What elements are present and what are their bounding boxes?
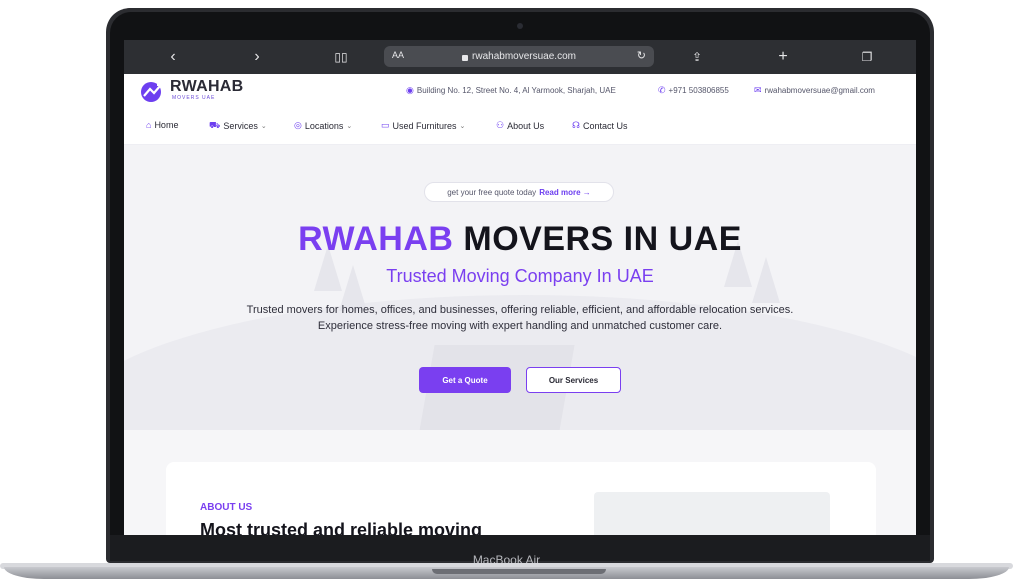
url-text[interactable]: rwahabmoversuae.com: [472, 51, 576, 62]
screen: ‹ › ▯▯ AA rwahabmoversuae.com ↻ ⇪ + ❐ RW…: [124, 40, 916, 535]
nav-label: Locations: [304, 120, 344, 131]
hero-title: RWAHAB MOVERS IN UAE: [124, 220, 916, 259]
share-icon[interactable]: ⇪: [690, 48, 704, 66]
back-icon[interactable]: ‹: [166, 48, 180, 66]
nav-label: Home: [154, 120, 179, 130]
new-tab-icon[interactable]: +: [776, 48, 790, 66]
browser-toolbar: ‹ › ▯▯ AA rwahabmoversuae.com ↻ ⇪ + ❐: [124, 40, 916, 74]
about-image: [594, 492, 830, 535]
truck-icon: ⛟: [209, 120, 221, 130]
email-info[interactable]: ✉ rwahabmoversuae@gmail.com: [754, 85, 875, 96]
mail-icon: ✉: [754, 85, 762, 95]
address-bar[interactable]: AA rwahabmoversuae.com ↻: [384, 46, 654, 67]
brand-subtitle: MOVERS UAE: [172, 95, 216, 101]
address-text: Building No. 12, Street No. 4, Al Yarmoo…: [416, 86, 616, 95]
laptop-notch: [432, 569, 606, 574]
sofa-icon: ▭: [381, 120, 390, 130]
nav-item-locations[interactable]: ◎ Locations ⌄: [294, 120, 352, 131]
hero-description: Trusted movers for homes, offices, and b…: [246, 304, 794, 332]
users-icon: ⚇: [496, 120, 505, 130]
book-icon[interactable]: ▯▯: [331, 48, 351, 66]
nav-item-home[interactable]: ⌂ Home: [146, 120, 178, 130]
nav-item-used-furnitures[interactable]: ▭ Used Furnitures ⌄: [381, 120, 465, 131]
nav-item-services[interactable]: ⛟ Services ⌄: [209, 120, 267, 132]
email-text[interactable]: rwahabmoversuae@gmail.com: [765, 86, 875, 95]
phone-icon: ✆: [658, 85, 666, 95]
site-topbar: RWAHAB MOVERS UAE ◉ Building No. 12, Str…: [124, 74, 916, 107]
lock-icon: [462, 54, 469, 61]
camera-icon: [517, 23, 523, 29]
nav-label: Services: [223, 121, 258, 131]
brand-name[interactable]: RWAHAB: [170, 78, 244, 96]
nav-label: About Us: [507, 120, 545, 131]
stage: ‹ › ▯▯ AA rwahabmoversuae.com ↻ ⇪ + ❐ RW…: [0, 0, 1013, 587]
phone-info[interactable]: ✆ +971 503806855: [658, 85, 729, 96]
headset-icon: ☊: [572, 120, 580, 130]
hero-section: get your free quote today Read more → RW…: [124, 145, 916, 430]
free-quote-pill[interactable]: get your free quote today Read more →: [424, 182, 614, 202]
hero-title-rest: MOVERS IN UAE: [453, 220, 742, 258]
nav-label: Used Furnitures: [392, 120, 457, 131]
logo-icon[interactable]: [140, 81, 166, 103]
nav-item-contact-us[interactable]: ☊ Contact Us: [572, 120, 628, 131]
pin-icon: ◎: [294, 120, 302, 130]
reload-icon[interactable]: ↻: [637, 49, 646, 62]
hero-title-brand: RWAHAB: [298, 220, 454, 258]
main-nav: ⌂ Home ⛟ Services ⌄ ◎ Locations ⌄ ▭ Used…: [124, 107, 916, 145]
tabs-icon[interactable]: ❐: [860, 48, 874, 66]
phone-text[interactable]: +971 503806855: [669, 86, 729, 95]
chevron-down-icon: ⌄: [346, 122, 353, 130]
about-title: Most trusted and reliable moving: [200, 520, 483, 535]
about-label: ABOUT US: [200, 502, 253, 513]
address-info: ◉ Building No. 12, Street No. 4, Al Yarm…: [406, 85, 616, 96]
chevron-down-icon: ⌄: [260, 123, 267, 130]
nav-item-about-us[interactable]: ⚇ About Us: [496, 120, 544, 131]
home-icon: ⌂: [146, 120, 152, 130]
chevron-down-icon: ⌄: [459, 122, 466, 130]
get-quote-button[interactable]: Get a Quote: [419, 367, 511, 393]
text-size-button[interactable]: AA: [392, 50, 404, 60]
read-more-link[interactable]: Read more →: [539, 188, 591, 197]
forward-icon[interactable]: ›: [250, 48, 264, 66]
our-services-button[interactable]: Our Services: [526, 367, 621, 393]
hero-subtitle: Trusted Moving Company In UAE: [386, 266, 654, 286]
location-pin-icon: ◉: [406, 85, 414, 95]
nav-label: Contact Us: [583, 120, 628, 131]
pill-text: get your free quote today: [447, 187, 537, 197]
